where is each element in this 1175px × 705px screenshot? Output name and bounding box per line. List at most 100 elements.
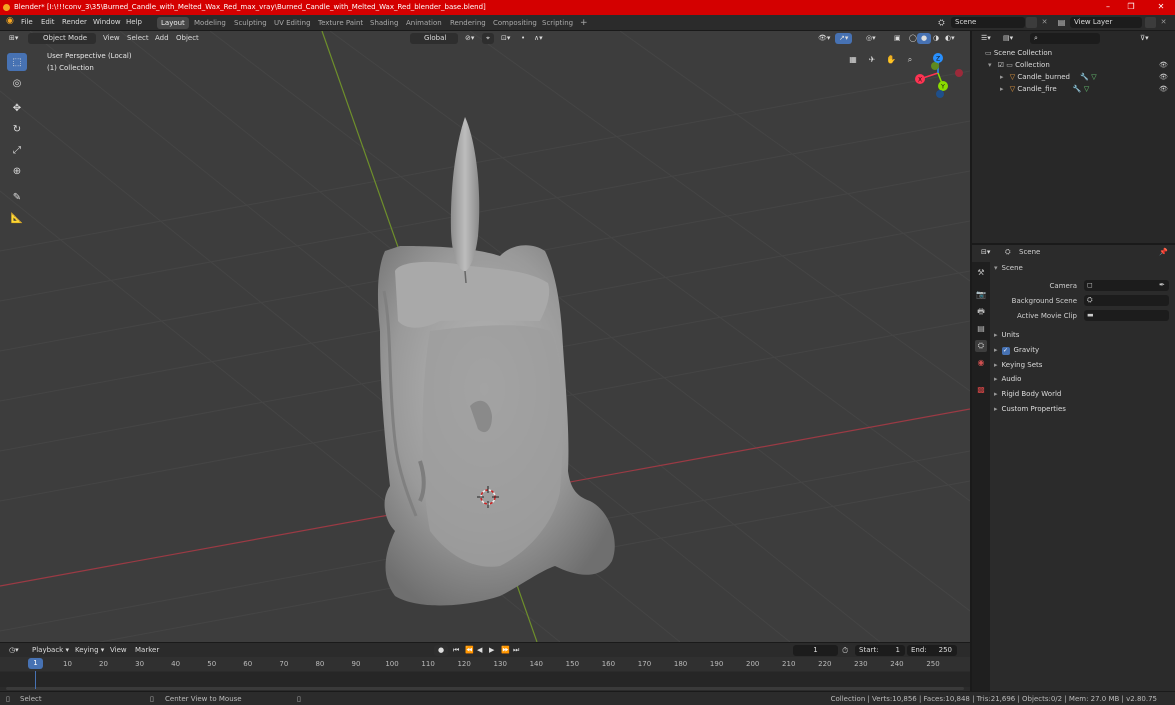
outliner-object-candle-burned[interactable]: ▸ ▽ Candle_burned 🔧 ▽ (1000, 73, 1097, 81)
outliner-search-input[interactable]: ⌕ (1030, 33, 1100, 44)
camera-icon[interactable]: ✈ (865, 53, 879, 67)
toggle-camera-view-icon[interactable]: ▦ (846, 53, 860, 67)
display-mode-icon[interactable]: ▤▾ (999, 33, 1017, 44)
modifier-wrench-icon[interactable]: 🔧 (1073, 85, 1082, 93)
tab-modeling[interactable]: Modeling (190, 17, 230, 29)
outliner-scene-collection[interactable]: ▭ Scene Collection (985, 49, 1052, 57)
mesh-data-icon[interactable]: ▽ (1084, 85, 1089, 93)
gizmo-neg-x-axis[interactable] (955, 69, 963, 77)
zoom-icon[interactable]: ⌕ (903, 53, 917, 67)
end-frame-field[interactable]: End: 250 (907, 645, 957, 656)
scene-name-field[interactable]: Scene (951, 17, 1025, 28)
menu-file[interactable]: File (21, 18, 33, 26)
active-movie-clip-field[interactable] (1084, 310, 1169, 321)
measure-tool[interactable]: 📐 (7, 209, 27, 227)
scene-panel-header[interactable]: ▾ Scene (994, 264, 1172, 272)
timeline-track-area[interactable] (0, 672, 970, 687)
gravity-panel-header[interactable]: ▸ ✓ Gravity (994, 346, 1039, 355)
editor-type-button[interactable]: ⊞▾ (5, 33, 22, 44)
tab-animation[interactable]: Animation (402, 17, 446, 29)
gizmo-toggle-icon[interactable]: ↗▾ (835, 33, 853, 44)
xray-toggle-icon[interactable]: ▣ (890, 33, 905, 44)
viewport-menu-select[interactable]: Select (123, 33, 153, 44)
visibility-icon[interactable]: 👁▾ (814, 33, 834, 44)
tab-texture-paint[interactable]: Texture Paint (314, 17, 367, 29)
jump-end-icon[interactable]: ⏭ (509, 645, 523, 656)
menu-help[interactable]: Help (126, 18, 142, 26)
render-tab-icon[interactable]: 📷 (975, 289, 987, 301)
delete-scene-icon[interactable]: ✕ (1039, 17, 1050, 28)
texture-tab-icon[interactable]: ▩ (975, 384, 987, 396)
candle-mesh[interactable] (377, 117, 615, 606)
expand-icon[interactable]: ▸ (994, 346, 998, 354)
tab-sculpting[interactable]: Sculpting (230, 17, 271, 29)
pivot-point-icon[interactable]: ⊘▾ (461, 33, 478, 44)
tab-compositing[interactable]: Compositing (489, 17, 541, 29)
collapse-icon[interactable]: ▾ (988, 61, 992, 69)
maximize-button[interactable]: ❐ (1120, 0, 1142, 15)
navigation-gizmo[interactable]: X Y Z (915, 53, 963, 98)
audio-panel-header[interactable]: ▸ Audio (994, 375, 1021, 383)
expand-icon[interactable]: ▸ (994, 390, 998, 398)
output-tab-icon[interactable]: 🖶 (975, 306, 987, 318)
world-tab-icon[interactable]: ◉ (975, 357, 987, 369)
snap-icon[interactable]: ⌖ (482, 33, 494, 44)
timeline-menu-view[interactable]: View (106, 645, 131, 656)
record-button[interactable]: ● (434, 645, 449, 656)
expand-icon[interactable]: ▸ (994, 331, 998, 339)
candle-fire-visibility-eye-icon[interactable]: 👁 (1159, 85, 1168, 93)
minimize-button[interactable]: – (1097, 0, 1119, 15)
outliner-collection-row[interactable]: ▾ ☑ ▭ Collection (988, 61, 1050, 69)
view-layer-field[interactable]: View Layer (1070, 17, 1142, 28)
candle-burned-visibility-eye-icon[interactable]: 👁 (1159, 73, 1168, 81)
overlay-toggle-icon[interactable]: ◎▾ (862, 33, 880, 44)
tab-rendering[interactable]: Rendering (446, 17, 490, 29)
collapse-icon[interactable]: ▾ (994, 264, 998, 272)
tab-layout[interactable]: Layout (157, 17, 189, 29)
view-layer-tab-icon[interactable]: ▤ (975, 323, 987, 335)
units-panel-header[interactable]: ▸ Units (994, 331, 1019, 339)
timeline-menu-keying[interactable]: Keying ▾ (71, 645, 108, 656)
tab-uv-editing[interactable]: UV Editing (270, 17, 315, 29)
rigid-body-world-panel-header[interactable]: ▸ Rigid Body World (994, 390, 1061, 398)
proportional-edit-icon[interactable]: • (517, 33, 529, 44)
transform-tool[interactable]: ⊕ (7, 162, 27, 180)
outliner-editor-type-icon[interactable]: ☰▾ (977, 33, 995, 44)
timeline-menu-marker[interactable]: Marker (131, 645, 163, 656)
pan-hand-icon[interactable]: ✋ (884, 53, 898, 67)
add-workspace-button[interactable]: + (576, 17, 592, 29)
playhead-frame-marker[interactable]: 1 (28, 658, 43, 669)
custom-properties-panel-header[interactable]: ▸ Custom Properties (994, 405, 1066, 413)
expand-icon[interactable]: ▸ (1000, 85, 1004, 93)
scene-tab-icon[interactable]: ⛭ (975, 340, 987, 352)
menu-edit[interactable]: Edit (41, 18, 55, 26)
collection-visibility-eye-icon[interactable]: 👁 (1159, 61, 1168, 69)
new-view-layer-icon[interactable] (1145, 17, 1156, 28)
snap-target-icon[interactable]: ⊡▾ (497, 33, 514, 44)
tab-shading[interactable]: Shading (366, 17, 402, 29)
background-scene-field[interactable] (1084, 295, 1169, 306)
gizmo-neg-z-axis[interactable] (936, 90, 944, 98)
viewport-menu-add[interactable]: Add (151, 33, 173, 44)
scale-tool[interactable]: ⤢ (7, 141, 27, 159)
transform-orientation-dropdown[interactable]: Global (410, 33, 458, 44)
select-box-tool[interactable]: ⬚ (7, 53, 27, 71)
rendered-shading-icon[interactable]: ◐▾ (941, 33, 959, 44)
gravity-checkbox[interactable]: ✓ (1001, 347, 1010, 355)
timeline-scrollbar[interactable] (6, 687, 964, 690)
outliner-object-candle-fire[interactable]: ▸ ▽ Candle_fire 🔧 ▽ (1000, 85, 1089, 93)
expand-icon[interactable]: ▸ (994, 375, 998, 383)
move-tool[interactable]: ✥ (7, 99, 27, 117)
proportional-falloff-icon[interactable]: ∧▾ (530, 33, 547, 44)
filter-icon[interactable]: ⊽▾ (1136, 33, 1153, 44)
timeline-ruler[interactable]: 10 20 30 40 50 60 70 80 90 100 110 120 130 140 150 160 1… (0, 657, 970, 671)
rotate-tool[interactable]: ↻ (7, 120, 27, 138)
viewport-menu-object[interactable]: Object (172, 33, 203, 44)
menu-render[interactable]: Render (62, 18, 87, 26)
eyedropper-icon[interactable]: ✒ (1159, 281, 1165, 289)
object-mode-dropdown[interactable]: Object Mode (28, 33, 96, 44)
start-frame-field[interactable]: Start: 1 (855, 645, 905, 656)
stopwatch-icon[interactable]: ⏱ (842, 646, 848, 656)
tab-scripting[interactable]: Scripting (538, 17, 577, 29)
current-frame-field[interactable]: 1 (793, 645, 838, 656)
